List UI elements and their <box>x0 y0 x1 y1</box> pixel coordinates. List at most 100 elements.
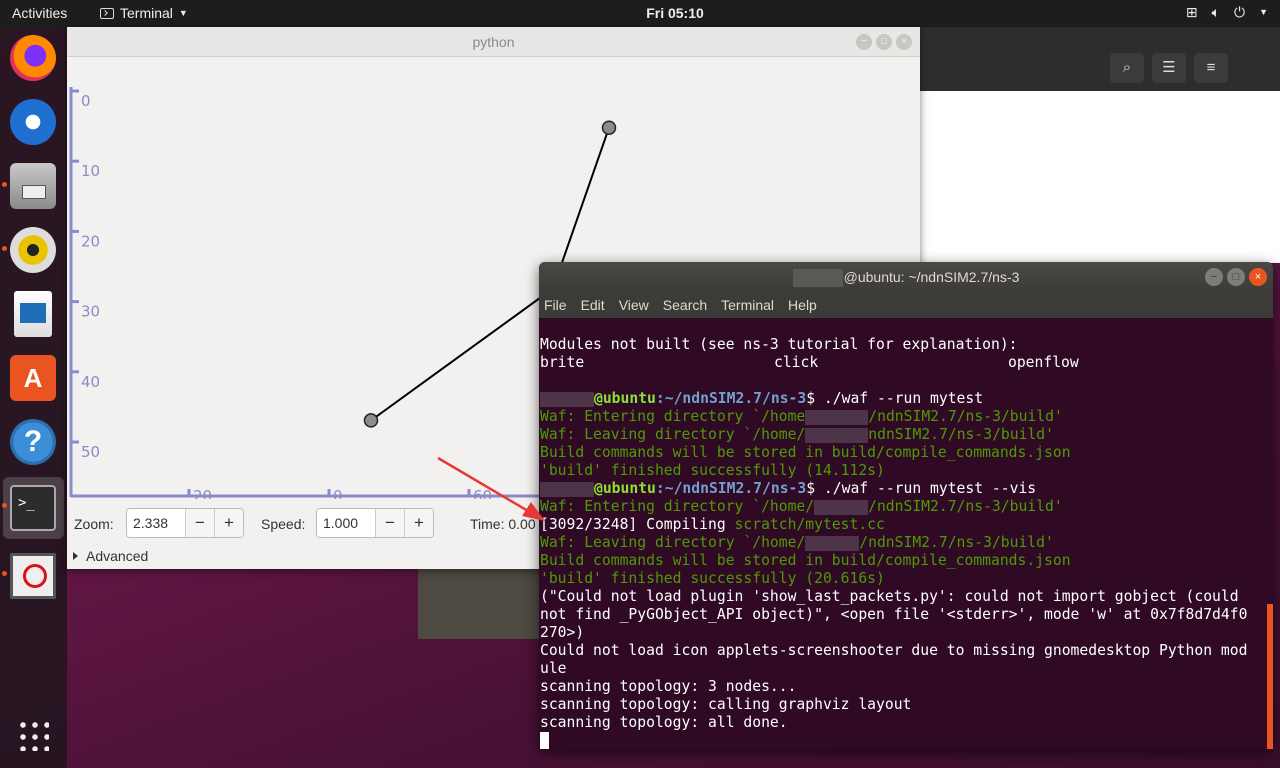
speed-increase-button[interactable]: + <box>404 509 433 537</box>
speed-spinbox[interactable]: 1.000 − + <box>316 508 434 538</box>
terminal-line: brite click openflow <box>540 354 1079 371</box>
terminal-line: Waf: Leaving directory `/home//ndnSIM2.7… <box>540 534 1054 551</box>
terminal-cursor-line <box>540 732 1273 749</box>
y-tick-label: 10 <box>81 162 100 180</box>
scrollbar[interactable] <box>1267 604 1273 749</box>
y-tick-label: 20 <box>81 232 100 250</box>
y-tick-label: 30 <box>81 303 100 321</box>
terminal-line: Build commands will be stored in build/c… <box>540 552 1071 569</box>
terminal-line: Waf: Entering directory `/home//ndnSIM2.… <box>540 498 1063 515</box>
x-tick-label: 60 <box>473 487 492 499</box>
power-icon[interactable]: ⏻ <box>1234 4 1245 21</box>
y-tick-label: 40 <box>81 373 100 391</box>
terminal-titlebar[interactable]: @ubuntu: ~/ndnSIM2.7/ns-3 − □ × <box>539 262 1273 292</box>
background-window-content <box>918 91 1280 263</box>
menu-edit[interactable]: Edit <box>581 292 605 318</box>
terminal-line: Waf: Leaving directory `/home/ndnSIM2.7/… <box>540 426 1054 443</box>
terminal-prompt-line: @ubuntu:~/ndnSIM2.7/ns-3$ ./waf --run my… <box>540 480 1273 498</box>
speed-label: Speed: <box>261 516 306 532</box>
window-title-text: python <box>472 34 515 50</box>
network-icon[interactable]: ⊞ <box>1186 4 1198 21</box>
clock[interactable]: Fri 05:10 <box>0 5 1280 21</box>
terminal-title: @ubuntu: ~/ndnSIM2.7/ns-3 <box>843 269 1020 285</box>
close-button[interactable]: × <box>896 34 912 50</box>
redacted-username <box>792 269 843 288</box>
background-panel <box>418 569 540 639</box>
terminal-line: [3092/3248] Compiling scratch/mytest.cc <box>540 516 885 533</box>
advanced-expander[interactable]: Advanced <box>73 548 148 564</box>
stop-sign-icon[interactable] <box>10 553 56 599</box>
window-title[interactable]: python − □ × <box>67 27 920 57</box>
redacted-username <box>805 535 860 551</box>
terminal-line: 'build' finished successfully (14.112s) <box>540 462 885 479</box>
terminal-prompt-line: @ubuntu:~/ndnSIM2.7/ns-3$ ./waf --run my… <box>540 390 1273 408</box>
maximize-button[interactable]: □ <box>1227 268 1245 286</box>
speed-value[interactable]: 1.000 <box>317 509 375 537</box>
menu-file[interactable]: File <box>544 292 567 318</box>
running-indicator <box>2 503 7 508</box>
terminal-line: ("Could not load plugin 'show_last_packe… <box>540 588 1239 605</box>
zoom-decrease-button[interactable]: − <box>185 509 214 537</box>
terminal-line: Could not load icon applets-screenshoote… <box>540 642 1248 659</box>
terminal-line: not find _PyGObject_API object)", <open … <box>540 606 1248 623</box>
top-bar: Activities Terminal ▼ Fri 05:10 ⊞ 🔈︎ ⏻ ▼ <box>0 0 1280 27</box>
terminal-output[interactable]: Modules not built (see ns-3 tutorial for… <box>539 318 1273 749</box>
volume-icon[interactable]: 🔈︎ <box>1212 4 1220 21</box>
libreoffice-writer-icon[interactable] <box>14 291 52 337</box>
redacted-username <box>805 409 869 425</box>
speed-decrease-button[interactable]: − <box>375 509 404 537</box>
zoom-value[interactable]: 2.338 <box>127 509 185 537</box>
running-indicator <box>2 571 7 576</box>
y-tick-label: 50 <box>81 443 100 461</box>
zoom-label: Zoom: <box>74 516 114 532</box>
show-applications-icon[interactable] <box>17 719 49 751</box>
redacted-username <box>540 391 594 407</box>
y-tick-label: 0 <box>81 92 91 110</box>
menu-view[interactable]: View <box>619 292 649 318</box>
hamburger-menu-icon[interactable]: ≡ <box>1194 53 1228 83</box>
running-indicator <box>2 182 7 187</box>
view-toggle-icon[interactable]: ☰ <box>1152 53 1186 83</box>
advanced-label: Advanced <box>86 548 149 564</box>
rhythmbox-icon[interactable] <box>10 227 56 273</box>
terminal-line: Build commands will be stored in build/c… <box>540 444 1071 461</box>
background-window-header: ⌕ ☰ ≡ <box>918 27 1280 91</box>
terminal-line: scanning topology: all done. <box>540 714 788 731</box>
terminal-line: Waf: Entering directory `/home/ndnSIM2.7… <box>540 408 1063 425</box>
menu-search[interactable]: Search <box>663 292 707 318</box>
x-tick-label: 20 <box>193 487 212 499</box>
terminal-line: 270>) <box>540 624 585 641</box>
expander-arrow-icon <box>73 552 78 560</box>
zoom-spinbox[interactable]: 2.338 − + <box>126 508 244 538</box>
redacted-username <box>814 499 869 515</box>
chevron-down-icon[interactable]: ▼ <box>1259 4 1268 21</box>
system-tray[interactable]: ⊞ 🔈︎ ⏻ ▼ <box>1186 4 1268 21</box>
terminal-line: ule <box>540 660 567 677</box>
topology-node <box>363 413 379 428</box>
search-icon[interactable]: ⌕ <box>1110 53 1144 83</box>
minimize-button[interactable]: − <box>856 34 872 50</box>
terminal-window: @ubuntu: ~/ndnSIM2.7/ns-3 − □ × File Edi… <box>539 262 1273 749</box>
help-icon[interactable]: ? <box>10 419 56 465</box>
files-icon[interactable] <box>10 163 56 209</box>
topology-node <box>601 120 617 135</box>
zoom-increase-button[interactable]: + <box>214 509 243 537</box>
menu-terminal[interactable]: Terminal <box>721 292 774 318</box>
x-tick-label: 0 <box>333 487 343 499</box>
software-center-icon[interactable]: A <box>10 355 56 401</box>
maximize-button[interactable]: □ <box>876 34 892 50</box>
close-button[interactable]: × <box>1249 268 1267 286</box>
terminal-icon[interactable]: >_ <box>10 485 56 531</box>
terminal-line: scanning topology: 3 nodes... <box>540 678 797 695</box>
terminal-menubar: File Edit View Search Terminal Help <box>539 292 1273 318</box>
terminal-line: scanning topology: calling graphviz layo… <box>540 696 912 713</box>
minimize-button[interactable]: − <box>1205 268 1223 286</box>
thunderbird-icon[interactable] <box>10 99 56 145</box>
redacted-username <box>805 427 869 443</box>
firefox-icon[interactable] <box>10 35 56 81</box>
text-cursor <box>540 732 549 749</box>
time-label: Time: 0.00 <box>470 516 536 532</box>
terminal-line: Modules not built (see ns-3 tutorial for… <box>540 336 1018 353</box>
menu-help[interactable]: Help <box>788 292 817 318</box>
